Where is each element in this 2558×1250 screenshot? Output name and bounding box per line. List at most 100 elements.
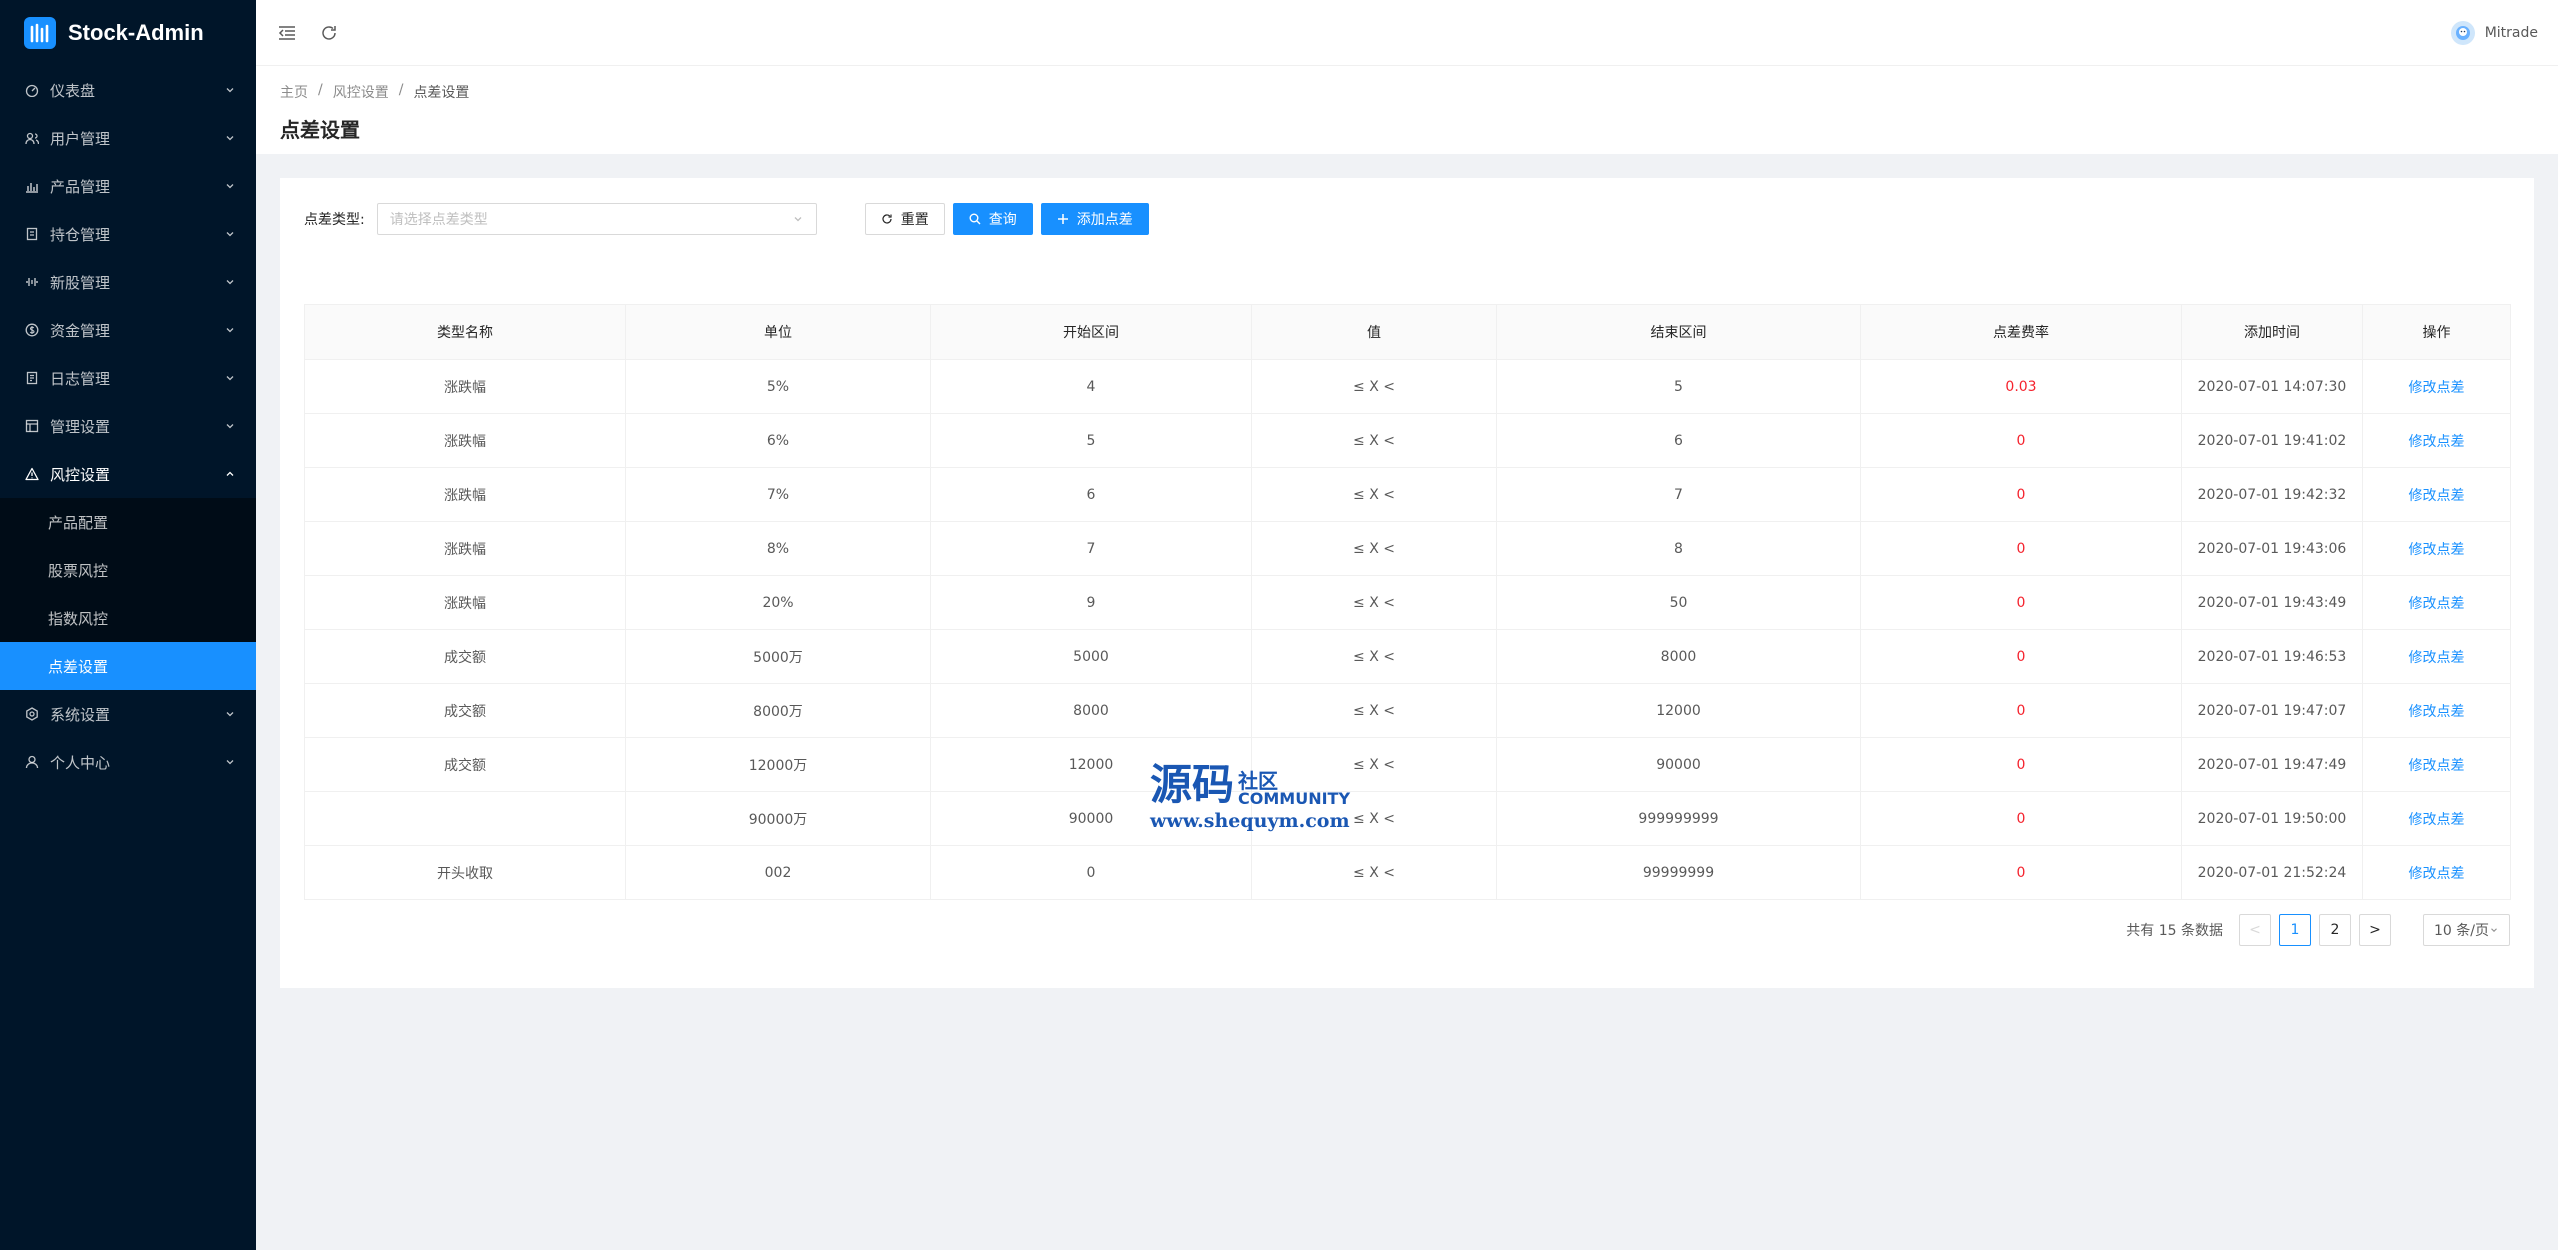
dashboard-icon [24, 82, 40, 98]
end-range-cell: 999999999 [1496, 791, 1861, 846]
sidebar-item-label: 仪表盘 [50, 81, 96, 100]
page-2-button[interactable]: 2 [2319, 914, 2352, 946]
add-spread-button[interactable]: 添加点差 [1040, 203, 1149, 235]
breadcrumb-separator: / [318, 82, 323, 98]
value-cell: ≤ X < [1251, 575, 1497, 630]
start-range-cell: 7 [930, 521, 1252, 576]
column-header: 结束区间 [1496, 304, 1861, 360]
added-time-cell: 2020-07-01 19:41:02 [2181, 413, 2363, 468]
chevron-down-icon [226, 280, 234, 285]
sidebar-item-risk-settings[interactable]: 风控设置 [0, 450, 256, 498]
spread-rate-cell: 0 [1860, 575, 2182, 630]
page-1-button[interactable]: 1 [2279, 914, 2312, 946]
end-range-cell: 8 [1496, 521, 1861, 576]
add-spread-label: 添加点差 [1076, 211, 1133, 227]
bar-chart-icon [24, 178, 40, 194]
sidebar-item-dashboard[interactable]: 仪表盘 [0, 66, 256, 114]
user-menu[interactable]: Mitrade [2450, 20, 2538, 45]
reload-icon[interactable] [318, 22, 340, 44]
edit-spread-link[interactable]: 修改点差 [2409, 866, 2465, 882]
users-icon [24, 130, 40, 146]
next-page-button[interactable]: > [2359, 914, 2392, 946]
breadcrumb-risk-settings[interactable]: 风控设置 [333, 82, 389, 102]
newstock-icon [24, 274, 40, 290]
prev-page-button[interactable]: < [2239, 914, 2272, 946]
sidebar-item-personal-center[interactable]: 个人中心 [0, 738, 256, 786]
logo[interactable]: Stock-Admin [0, 0, 256, 66]
sidebar-item-admin-settings[interactable]: 管理设置 [0, 402, 256, 450]
page-size-select[interactable]: 10 条/页 [2423, 914, 2510, 946]
sidebar: Stock-Admin 仪表盘 用户管理 产品管理 持仓管理 新股管理 资金管理… [0, 0, 256, 1250]
chevron-down-icon [226, 88, 234, 93]
added-time-cell: 2020-07-01 19:50:00 [2181, 791, 2363, 846]
sidebar-subitem-product-config[interactable]: 产品配置 [0, 498, 256, 546]
sidebar-item-new-stocks[interactable]: 新股管理 [0, 258, 256, 306]
sidebar-item-funds[interactable]: 资金管理 [0, 306, 256, 354]
position-icon [24, 226, 40, 242]
edit-spread-link[interactable]: 修改点差 [2409, 704, 2465, 720]
end-range-cell: 8000 [1496, 629, 1861, 684]
end-range-cell: 90000 [1496, 737, 1861, 792]
action-cell: 修改点差 [2362, 737, 2511, 792]
sidebar-item-label: 系统设置 [50, 705, 111, 724]
admin-settings-icon [24, 418, 40, 434]
edit-spread-link[interactable]: 修改点差 [2409, 596, 2465, 612]
menu-fold-icon[interactable] [276, 22, 298, 44]
unit-cell: 002 [625, 845, 931, 900]
page-size-value: 10 条/页 [2434, 923, 2489, 939]
unit-cell: 8% [625, 521, 931, 576]
breadcrumb-home[interactable]: 主页 [280, 82, 308, 102]
edit-spread-link[interactable]: 修改点差 [2409, 542, 2465, 558]
sidebar-item-positions[interactable]: 持仓管理 [0, 210, 256, 258]
value-cell: ≤ X < [1251, 467, 1497, 522]
column-header: 点差费率 [1860, 304, 2182, 360]
log-icon [24, 370, 40, 386]
unit-cell: 5% [625, 359, 931, 414]
chevron-down-icon [226, 328, 234, 333]
sidebar-subitem-stock-risk[interactable]: 股票风控 [0, 546, 256, 594]
table-row: 涨跌幅 6% 5 ≤ X <6 0 2020-07-01 19:41:02 修改点差 [304, 413, 2511, 468]
reset-button[interactable]: 重置 [864, 203, 945, 235]
edit-spread-link[interactable]: 修改点差 [2409, 758, 2465, 774]
start-range-cell: 8000 [930, 683, 1252, 738]
watermark: 源码 社区 COMMUNITY www.shequym.com [1150, 762, 1370, 833]
page-header: 主页 / 风控设置 / 点差设置 点差设置 [256, 66, 2558, 154]
end-range-cell: 50 [1496, 575, 1861, 630]
value-cell: ≤ X < [1251, 359, 1497, 414]
edit-spread-link[interactable]: 修改点差 [2409, 650, 2465, 666]
unit-cell: 7% [625, 467, 931, 522]
sidebar-item-users[interactable]: 用户管理 [0, 114, 256, 162]
logo-icon [24, 17, 56, 49]
added-time-cell: 2020-07-01 19:46:53 [2181, 629, 2363, 684]
column-header: 添加时间 [2181, 304, 2363, 360]
sidebar-item-system-settings[interactable]: 系统设置 [0, 690, 256, 738]
edit-spread-link[interactable]: 修改点差 [2409, 812, 2465, 828]
type-name-cell [304, 791, 626, 846]
start-range-cell: 6 [930, 467, 1252, 522]
edit-spread-link[interactable]: 修改点差 [2409, 488, 2465, 504]
avatar [2450, 20, 2475, 45]
end-range-cell: 6 [1496, 413, 1861, 468]
sidebar-item-products[interactable]: 产品管理 [0, 162, 256, 210]
action-cell: 修改点差 [2362, 845, 2511, 900]
sidebar-item-label: 资金管理 [50, 321, 111, 340]
column-header: 类型名称 [304, 304, 626, 360]
type-name-cell: 涨跌幅 [304, 413, 626, 468]
sidebar-item-label: 日志管理 [50, 369, 111, 388]
watermark-community-en: COMMUNITY [1238, 789, 1351, 808]
sidebar-subitem-index-risk[interactable]: 指数风控 [0, 594, 256, 642]
sidebar-item-logs[interactable]: 日志管理 [0, 354, 256, 402]
action-cell: 修改点差 [2362, 629, 2511, 684]
spread-type-select[interactable]: 请选择点差类型 [376, 203, 817, 235]
sidebar-item-label: 持仓管理 [50, 225, 111, 244]
edit-spread-link[interactable]: 修改点差 [2409, 434, 2465, 450]
type-name-cell: 成交额 [304, 683, 626, 738]
unit-cell: 6% [625, 413, 931, 468]
edit-spread-link[interactable]: 修改点差 [2409, 380, 2465, 396]
plus-icon [1057, 214, 1068, 224]
sidebar-subitem-spread-settings[interactable]: 点差设置 [0, 642, 256, 690]
query-button[interactable]: 查询 [952, 203, 1033, 235]
action-cell: 修改点差 [2362, 683, 2511, 738]
spread-rate-cell: 0 [1860, 629, 2182, 684]
spread-rate-cell: 0 [1860, 791, 2182, 846]
